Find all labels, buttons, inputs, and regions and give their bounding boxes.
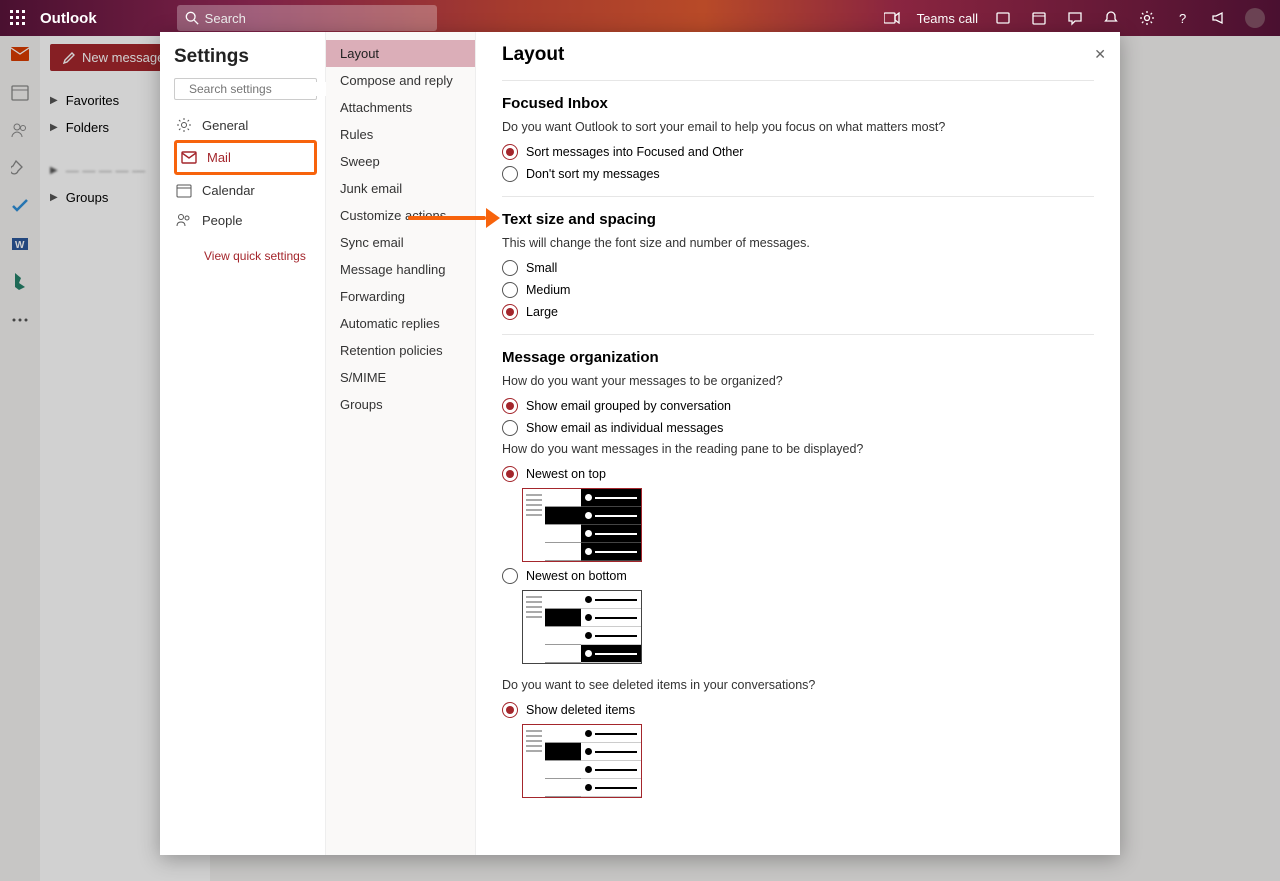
radio-sort-focused[interactable]: Sort messages into Focused and Other [502,144,1094,160]
bell-icon[interactable] [1094,0,1128,36]
radio-icon [502,282,518,298]
sub-retention[interactable]: Retention policies [326,337,475,364]
gear-icon[interactable] [1130,0,1164,36]
settings-title: Settings [174,46,317,68]
radio-grouped[interactable]: Show email grouped by conversation [502,398,1094,414]
radio-newest-top[interactable]: Newest on top [502,466,1094,482]
radio-icon [502,304,518,320]
search-icon [185,11,199,25]
search-box[interactable] [177,5,437,31]
sub-msghandling[interactable]: Message handling [326,256,475,283]
radio-show-deleted[interactable]: Show deleted items [502,702,1094,718]
people-icon [176,212,192,228]
radio-icon [502,466,518,482]
settings-panel: Settings General Mail Calendar People Vi… [160,32,1120,855]
avatar[interactable] [1238,0,1272,36]
section-message-org: Message organization How do you want you… [502,349,1094,834]
teams-call-label[interactable]: Teams call [917,11,978,26]
radio-individual[interactable]: Show email as individual messages [502,420,1094,436]
sub-sweep[interactable]: Sweep [326,148,475,175]
settings-categories: Settings General Mail Calendar People Vi… [160,32,326,855]
org-q3: Do you want to see deleted items in your… [502,678,1094,692]
sub-layout[interactable]: Layout [326,40,475,67]
radio-icon [502,702,518,718]
mail-icon [181,151,197,165]
sub-autoreplies[interactable]: Automatic replies [326,310,475,337]
sub-attachments[interactable]: Attachments [326,94,475,121]
sub-compose[interactable]: Compose and reply [326,67,475,94]
radio-newest-bottom[interactable]: Newest on bottom [502,568,1094,584]
sub-customize[interactable]: Customize actions [326,202,475,229]
settings-content: ✕ Layout Focused Inbox Do you want Outlo… [476,32,1120,855]
sub-forwarding[interactable]: Forwarding [326,283,475,310]
radio-icon [502,568,518,584]
my-day-icon[interactable] [1022,0,1056,36]
radio-icon [502,144,518,160]
chat-icon[interactable] [1058,0,1092,36]
focused-desc: Do you want Outlook to sort your email t… [502,120,1094,134]
textsize-heading: Text size and spacing [502,211,1094,228]
org-q2: How do you want messages in the reading … [502,442,1094,456]
sub-groups[interactable]: Groups [326,391,475,418]
brand-label[interactable]: Outlook [40,10,97,27]
radio-small[interactable]: Small [502,260,1094,276]
calendar-icon [176,182,192,198]
org-heading: Message organization [502,349,1094,366]
svg-text:?: ? [1179,11,1186,26]
settings-subcategories: Layout Compose and reply Attachments Rul… [326,32,476,855]
radio-icon [502,260,518,276]
meet-now-icon[interactable] [986,0,1020,36]
settings-search-input[interactable] [189,82,344,96]
sub-junk[interactable]: Junk email [326,175,475,202]
focused-heading: Focused Inbox [502,95,1094,112]
radio-icon [502,398,518,414]
close-button[interactable]: ✕ [1094,46,1106,63]
radio-icon [502,420,518,436]
sub-smime[interactable]: S/MIME [326,364,475,391]
category-calendar[interactable]: Calendar [174,175,317,205]
radio-medium[interactable]: Medium [502,282,1094,298]
textsize-desc: This will change the font size and numbe… [502,236,1094,250]
content-title: Layout [502,44,1094,66]
teams-call-button[interactable] [875,0,909,36]
gear-icon [176,117,192,133]
org-q1: How do you want your messages to be orga… [502,374,1094,388]
radio-large[interactable]: Large [502,304,1094,320]
radio-icon [502,166,518,182]
category-people[interactable]: People [174,205,317,235]
app-launcher-icon[interactable] [0,0,36,36]
suite-header: Outlook Teams call ? [0,0,1280,36]
preview-newest-top[interactable] [522,488,642,562]
megaphone-icon[interactable] [1202,0,1236,36]
preview-newest-bottom[interactable] [522,590,642,664]
preview-show-deleted[interactable] [522,724,642,798]
radio-dont-sort[interactable]: Don't sort my messages [502,166,1094,182]
category-general[interactable]: General [174,110,317,140]
section-text-size: Text size and spacing This will change t… [502,211,1094,320]
settings-search[interactable] [174,78,317,100]
sub-sync[interactable]: Sync email [326,229,475,256]
sub-rules[interactable]: Rules [326,121,475,148]
help-icon[interactable]: ? [1166,0,1200,36]
search-input[interactable] [205,11,429,26]
section-focused-inbox: Focused Inbox Do you want Outlook to sor… [502,95,1094,182]
category-mail[interactable]: Mail [174,140,317,175]
view-quick-settings-link[interactable]: View quick settings [204,249,317,263]
